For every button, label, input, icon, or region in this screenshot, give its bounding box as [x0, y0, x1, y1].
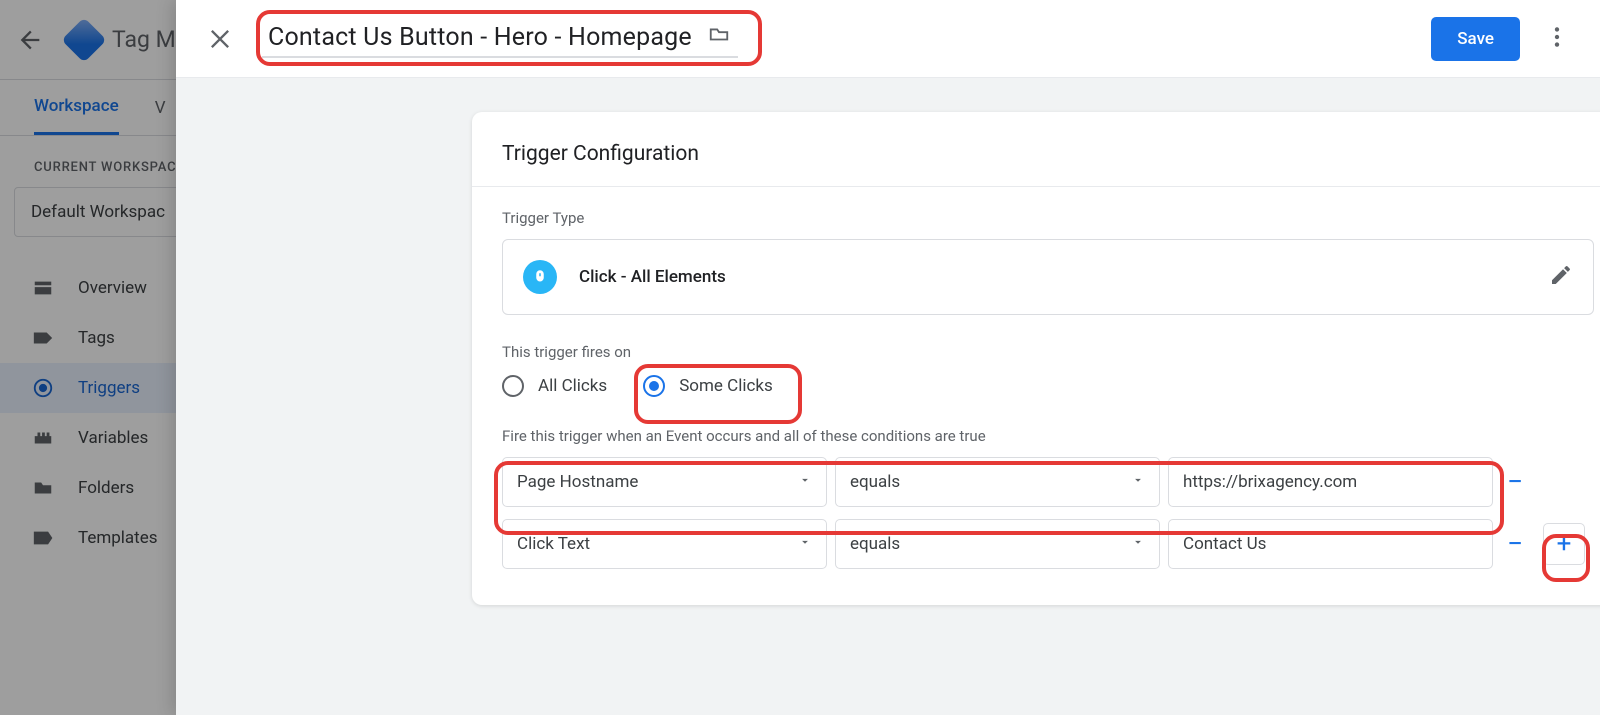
trigger-type-label: Trigger Type: [502, 209, 1594, 227]
condition-row: Click Text equals − +: [502, 519, 1594, 569]
fires-on-radio-group: All Clicks Some Clicks: [502, 375, 1594, 397]
chevron-down-icon: [1131, 472, 1145, 492]
radio-label: All Clicks: [538, 376, 607, 396]
select-value: Click Text: [517, 534, 590, 554]
radio-circle-icon: [502, 375, 524, 397]
add-condition-button[interactable]: +: [1543, 523, 1585, 565]
more-menu-icon[interactable]: [1544, 24, 1570, 54]
trigger-type-value: Click - All Elements: [579, 267, 726, 287]
conditions-intro: Fire this trigger when an Event occurs a…: [502, 427, 1594, 445]
condition-value-input[interactable]: [1168, 457, 1493, 507]
radio-some-clicks[interactable]: Some Clicks: [643, 375, 773, 397]
radio-all-clicks[interactable]: All Clicks: [502, 375, 607, 397]
radio-circle-checked-icon: [643, 375, 665, 397]
edit-pencil-icon[interactable]: [1549, 263, 1573, 292]
card-heading: Trigger Configuration: [472, 142, 1600, 186]
condition-variable-select[interactable]: Page Hostname: [502, 457, 827, 507]
condition-row: Page Hostname equals −: [502, 457, 1594, 507]
trigger-edit-panel: Contact Us Button - Hero - Homepage Save…: [176, 0, 1600, 715]
close-icon[interactable]: [206, 25, 234, 53]
condition-value-input[interactable]: [1168, 519, 1493, 569]
panel-header: Contact Us Button - Hero - Homepage Save: [176, 0, 1600, 78]
condition-operator-select[interactable]: equals: [835, 519, 1160, 569]
click-circle-icon: [523, 260, 557, 294]
chevron-down-icon: [798, 534, 812, 554]
condition-variable-select[interactable]: Click Text: [502, 519, 827, 569]
radio-label: Some Clicks: [679, 376, 773, 396]
condition-operator-select[interactable]: equals: [835, 457, 1160, 507]
chevron-down-icon: [798, 472, 812, 492]
select-value: equals: [850, 472, 900, 492]
fires-on-label: This trigger fires on: [502, 343, 1594, 361]
select-value: Page Hostname: [517, 472, 638, 492]
modal-backdrop-dim: [0, 0, 176, 715]
trigger-name-field[interactable]: Contact Us Button - Hero - Homepage: [262, 19, 738, 58]
remove-condition-button[interactable]: −: [1501, 530, 1529, 558]
trigger-type-selector[interactable]: Click - All Elements: [502, 239, 1594, 315]
save-button[interactable]: Save: [1431, 17, 1520, 61]
select-value: equals: [850, 534, 900, 554]
remove-condition-button[interactable]: −: [1501, 468, 1529, 496]
trigger-config-card: Trigger Configuration Trigger Type Click…: [472, 112, 1600, 605]
trigger-name-text: Contact Us Button - Hero - Homepage: [268, 23, 692, 52]
chevron-down-icon: [1131, 534, 1145, 554]
folder-outline-icon[interactable]: [706, 23, 732, 52]
